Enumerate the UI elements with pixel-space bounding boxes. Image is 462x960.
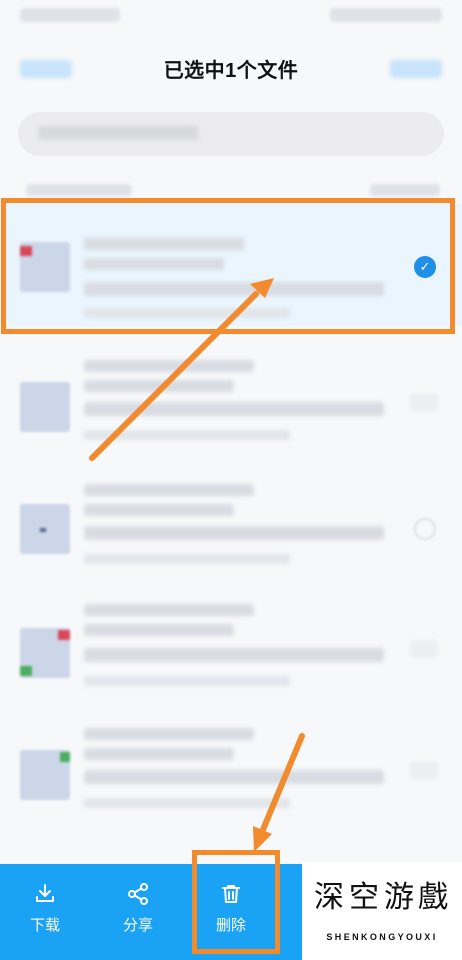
status-time (20, 8, 120, 22)
select-all-button[interactable] (390, 60, 442, 78)
watermark-subtitle: SHENKONGYOUXI (326, 932, 438, 942)
download-button[interactable]: 下载 (10, 864, 80, 960)
file-thumbnail (20, 504, 70, 554)
file-item[interactable] (0, 466, 462, 588)
share-label: 分享 (122, 917, 153, 934)
selected-check-icon[interactable]: ✓ (414, 256, 436, 278)
watermark-char: 深 (314, 880, 344, 915)
watermark-chars: 深 空 游 戲 (314, 872, 448, 924)
watermark-char: 空 (349, 880, 379, 915)
file-thumbnail (20, 628, 70, 678)
section-label (26, 184, 132, 196)
status-bar (0, 0, 462, 30)
delete-label: 删除 (215, 917, 246, 934)
download-label: 下载 (29, 917, 60, 934)
file-item[interactable] (0, 590, 462, 712)
file-thumbnail (20, 242, 70, 292)
section-header (0, 180, 462, 200)
select-radio[interactable] (414, 518, 436, 540)
search-input[interactable] (18, 112, 444, 156)
download-icon (36, 884, 54, 902)
status-icons (330, 8, 442, 22)
file-thumbnail (20, 750, 70, 800)
watermark-logo: 深 空 游 戲 SHENKONGYOUXI (302, 862, 462, 960)
share-button[interactable]: 分享 (103, 864, 173, 960)
watermark-char: 戲 (418, 880, 448, 915)
share-icon (128, 883, 148, 905)
file-item[interactable] (0, 712, 462, 834)
delete-button[interactable]: 删除 (196, 864, 266, 960)
trash-icon (222, 885, 240, 903)
search-placeholder (38, 126, 198, 140)
file-item[interactable] (0, 344, 462, 466)
row-check-placeholder[interactable] (410, 394, 438, 412)
watermark-char: 游 (384, 880, 414, 915)
section-sort (370, 184, 440, 196)
row-check-placeholder[interactable] (410, 762, 438, 780)
row-check-placeholder[interactable] (410, 640, 438, 658)
file-item[interactable]: ✓ (0, 204, 462, 326)
file-thumbnail (20, 382, 70, 432)
selection-header: 已选中1个文件 (0, 40, 462, 96)
